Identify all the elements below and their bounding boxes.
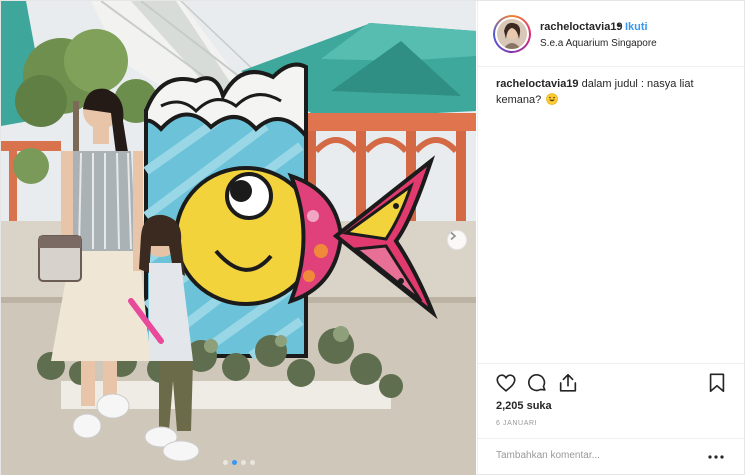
bookmark-icon[interactable] bbox=[706, 372, 728, 394]
action-bar bbox=[478, 363, 745, 399]
post-caption: racheloctavia19 dalam judul : nasya liat… bbox=[496, 76, 736, 108]
carousel-next-button[interactable] bbox=[447, 230, 467, 250]
separator-dot: • bbox=[617, 20, 621, 32]
share-icon[interactable] bbox=[557, 372, 579, 394]
username-link[interactable]: racheloctavia19 bbox=[540, 21, 623, 33]
post-photo[interactable] bbox=[1, 1, 476, 475]
instagram-post: racheloctavia19 • Ikuti S.e.a Aquarium S… bbox=[0, 0, 745, 475]
post-date[interactable]: 6 JANUARI bbox=[496, 420, 537, 427]
photo-illustration bbox=[1, 1, 476, 475]
carousel-indicator bbox=[1, 460, 476, 465]
carousel-dot bbox=[240, 460, 246, 465]
location-link[interactable]: S.e.a Aquarium Singapore bbox=[540, 38, 657, 49]
heart-icon[interactable] bbox=[495, 372, 517, 394]
comment-bar: Tambahkan komentar... bbox=[478, 438, 745, 475]
avatar-photo bbox=[497, 19, 527, 49]
caption-username[interactable]: racheloctavia19 bbox=[496, 78, 579, 90]
carousel-dot bbox=[222, 460, 228, 465]
follow-button[interactable]: Ikuti bbox=[625, 21, 648, 33]
likes-count[interactable]: 2,205 suka bbox=[496, 400, 552, 412]
post-side-panel: racheloctavia19 • Ikuti S.e.a Aquarium S… bbox=[477, 1, 745, 475]
carousel-dot bbox=[249, 460, 255, 465]
grinning-face-emoji bbox=[546, 93, 559, 105]
more-options-icon[interactable] bbox=[706, 447, 726, 467]
post-header: racheloctavia19 • Ikuti S.e.a Aquarium S… bbox=[478, 1, 745, 67]
comment-input[interactable]: Tambahkan komentar... bbox=[496, 450, 696, 461]
carousel-dot-active bbox=[231, 460, 237, 465]
comment-icon[interactable] bbox=[526, 372, 548, 394]
avatar[interactable] bbox=[493, 15, 531, 53]
